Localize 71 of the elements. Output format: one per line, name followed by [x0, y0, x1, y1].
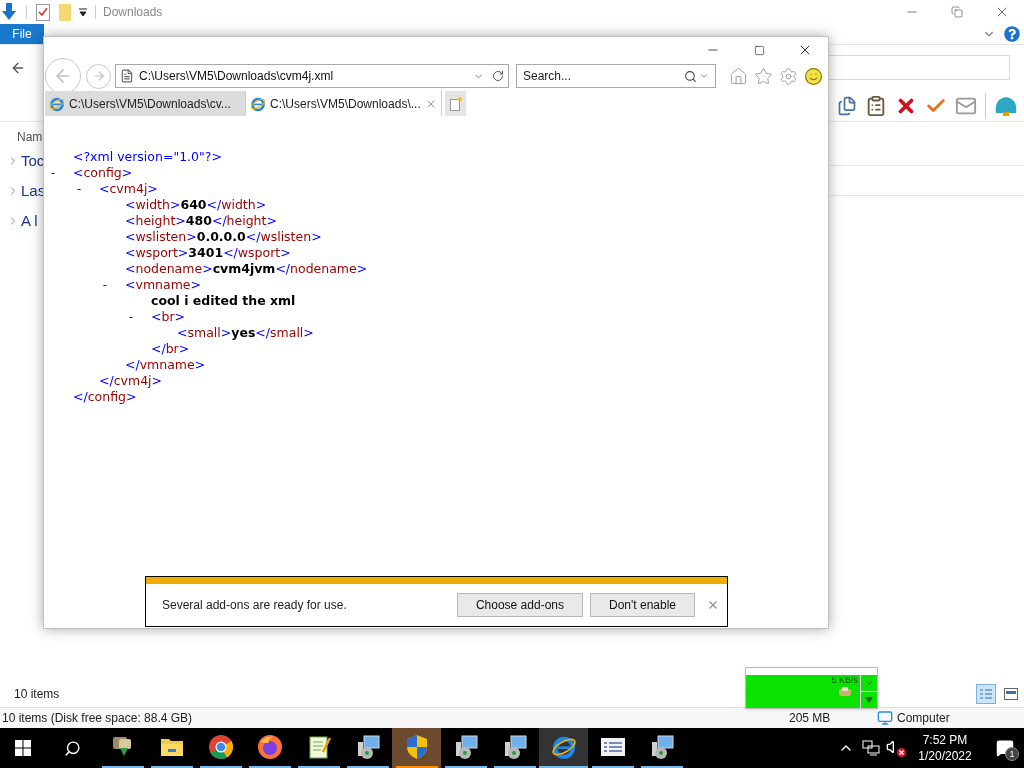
address-field[interactable]: C:\Users\VM5\Downloads\cvm4j.xml — [115, 64, 509, 88]
xml-line: <small>yes</small> — [177, 325, 314, 340]
shield-icon[interactable] — [404, 734, 429, 760]
xml-line: </vmname> — [125, 357, 206, 372]
status-size: 205 MB — [789, 710, 832, 727]
xml-line: <vmname> — [125, 277, 201, 293]
notification-text: Several add-ons are ready for use. — [162, 597, 348, 614]
restore-icon[interactable] — [950, 6, 963, 18]
network-icon[interactable] — [862, 740, 880, 756]
search-icon[interactable] — [63, 739, 81, 757]
browser-logo-icon — [250, 95, 266, 112]
firefox-icon[interactable] — [256, 734, 283, 760]
collapse-toggle[interactable]: - — [73, 181, 85, 197]
xml-line: <config> — [73, 165, 133, 181]
network-adapter-icon — [838, 687, 852, 697]
maximize-icon[interactable] — [753, 44, 765, 56]
list-window-icon[interactable] — [599, 736, 626, 758]
windows-logo-icon[interactable] — [15, 740, 31, 756]
collapse-toggle[interactable]: - — [47, 165, 59, 181]
address-text: C:\Users\VM5\Downloads\cvm4j.xml — [139, 68, 334, 85]
dropdown-icon[interactable] — [78, 7, 88, 17]
download-arrow-icon[interactable] — [1, 3, 17, 21]
browser-logo-icon[interactable] — [550, 734, 577, 760]
status-location: Computer — [897, 710, 950, 727]
new-page-icon[interactable] — [449, 96, 462, 111]
xml-line: </config> — [73, 389, 137, 404]
column-header: Nam — [17, 129, 44, 146]
browser-tab[interactable]: C:\Users\VM5\Downloads\cv... — [45, 91, 245, 116]
xml-declaration: <?xml version="1.0"?> — [73, 149, 222, 164]
search-icon[interactable] — [684, 69, 697, 83]
notification-button[interactable]: Don't enable — [590, 593, 695, 617]
computer-icon — [877, 710, 893, 726]
muted-volume-icon[interactable] — [886, 739, 906, 757]
clipboard-icon[interactable] — [865, 94, 887, 117]
chrome-icon[interactable] — [207, 734, 234, 760]
help-icon[interactable] — [1004, 26, 1020, 42]
item-count: 10 items — [14, 686, 60, 703]
xml-line: </cvm4j> — [99, 373, 163, 388]
clock[interactable]: 7:52 PM 1/20/2022 — [914, 732, 976, 764]
new-tab-button[interactable] — [445, 91, 466, 116]
copy-icon[interactable] — [837, 95, 857, 116]
collapse-toggle[interactable]: - — [125, 309, 137, 325]
notification-count: 1 — [1005, 747, 1019, 761]
shell-icon[interactable] — [994, 94, 1018, 117]
properties-icon[interactable] — [36, 3, 50, 21]
speed-text: 5 KB/s — [831, 675, 858, 685]
xml-line: <wslisten>0.0.0.0</wslisten> — [125, 229, 322, 244]
ribbon-tab[interactable]: File — [0, 24, 44, 44]
smiley-icon[interactable] — [804, 66, 823, 86]
xml-text: cool i edited the xml — [151, 293, 296, 308]
page-icon — [120, 69, 134, 83]
settings-icon[interactable] — [779, 66, 798, 86]
browser-logo-icon — [49, 95, 65, 112]
xml-line: </br> — [151, 341, 190, 356]
xml-line: <br> — [151, 309, 186, 325]
browser-tab[interactable]: C:\Users\VM5\Downloads\... — [245, 91, 442, 116]
search-field[interactable]: Search... — [516, 64, 716, 88]
xml-line: <cvm4j> — [99, 181, 158, 197]
xml-line: <nodename>cvm4jvm</nodename> — [125, 261, 368, 276]
taskbar-app[interactable] — [539, 728, 588, 768]
search-field[interactable] — [828, 55, 1010, 80]
collapse-toggle[interactable]: - — [99, 277, 111, 293]
group-header[interactable]: Toc — [21, 149, 45, 173]
status-text: 10 items (Disk free space: 88.4 GB) — [1, 710, 194, 727]
xml-line: <height>480</height> — [125, 213, 277, 228]
refresh-icon[interactable] — [492, 70, 504, 82]
window-title: Downloads — [103, 4, 163, 21]
xml-line: <wsport>3401</wsport> — [125, 245, 291, 260]
group-header[interactable]: A l — [21, 209, 38, 233]
notification-button[interactable]: Choose add-ons — [456, 593, 583, 617]
xml-line: <width>640</width> — [125, 197, 267, 212]
